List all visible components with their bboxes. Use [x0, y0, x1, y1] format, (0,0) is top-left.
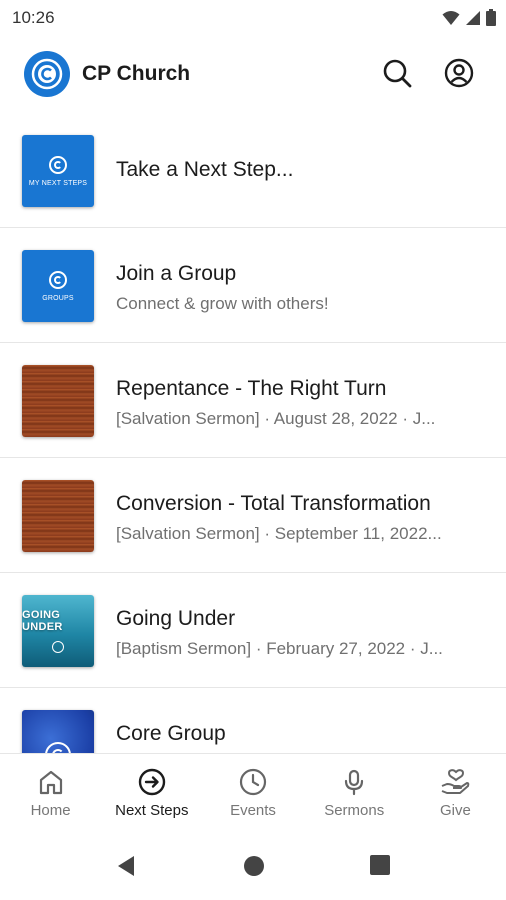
feed-item-next-step[interactable]: MY NEXT STEPS Take a Next Step...	[0, 113, 506, 228]
bottom-nav: Home Next Steps Events Sermons Give	[0, 753, 506, 833]
logo-icon	[52, 641, 64, 653]
feed-item-conversion[interactable]: Conversion - Total Transformation [Salva…	[0, 458, 506, 573]
sermon-thumbnail	[22, 480, 94, 552]
nav-home[interactable]: Home	[0, 754, 101, 833]
nav-give[interactable]: Give	[405, 754, 506, 833]
groups-thumbnail: GROUPS	[22, 250, 94, 322]
wifi-icon	[442, 10, 460, 25]
feed-item-going-under[interactable]: GOING UNDER Going Under [Baptism Sermon]…	[0, 573, 506, 688]
status-bar: 10:26	[0, 0, 506, 36]
sermon-thumbnail: GOING UNDER	[22, 595, 94, 667]
give-heart-icon	[442, 769, 470, 794]
thumb-caption: MY NEXT STEPS	[28, 179, 88, 187]
item-title: Repentance - The Right Turn	[116, 377, 387, 400]
item-title: Core Group	[116, 722, 226, 745]
home-icon	[39, 770, 62, 795]
search-icon	[383, 59, 412, 88]
signal-icon	[466, 10, 480, 25]
next-steps-thumbnail: MY NEXT STEPS	[22, 135, 94, 207]
recents-icon[interactable]	[370, 855, 390, 875]
nav-label: Next Steps	[115, 802, 189, 819]
nav-label: Give	[439, 802, 471, 819]
logo-icon	[49, 155, 67, 174]
item-title: Join a Group	[116, 262, 237, 285]
nav-label: Sermons	[324, 802, 385, 819]
logo-icon	[45, 742, 71, 753]
nav-sermons[interactable]: Sermons	[304, 754, 405, 833]
status-icons	[442, 9, 496, 26]
nav-next-steps[interactable]: Next Steps	[101, 754, 202, 833]
account-button[interactable]	[442, 56, 476, 90]
sermon-thumbnail	[22, 365, 94, 437]
microphone-icon	[345, 769, 364, 796]
item-title: Going Under	[116, 607, 236, 630]
app-header: CP Church	[0, 36, 506, 112]
account-icon	[444, 58, 474, 88]
item-subtitle: [Baptism Sermon] · February 27, 2022 · J…	[116, 639, 443, 658]
clock-icon	[239, 768, 267, 796]
item-subtitle: [Salvation Sermon] · August 28, 2022 · J…	[116, 409, 436, 428]
feed-item-core-group[interactable]: Core Group	[0, 688, 506, 753]
item-subtitle: [Salvation Sermon] · September 11, 2022.…	[116, 524, 442, 543]
church-logo	[24, 51, 70, 97]
nav-label: Events	[230, 802, 276, 819]
home-circle-icon[interactable]	[243, 855, 265, 877]
logo-icon	[49, 270, 67, 289]
feed-list: MY NEXT STEPS Take a Next Step... GROUPS…	[0, 113, 506, 753]
feed-item-repentance[interactable]: Repentance - The Right Turn [Salvation S…	[0, 343, 506, 458]
item-title: Conversion - Total Transformation	[116, 492, 431, 515]
search-button[interactable]	[380, 56, 414, 90]
back-icon[interactable]	[116, 855, 136, 877]
app-title: CP Church	[82, 62, 191, 85]
thumb-caption: GROUPS	[42, 294, 74, 302]
item-subtitle: Connect & grow with others!	[116, 294, 329, 313]
nav-events[interactable]: Events	[202, 754, 303, 833]
battery-icon	[486, 9, 496, 26]
thumb-caption: GOING UNDER	[22, 609, 63, 633]
system-nav-bar	[0, 833, 506, 900]
item-title: Take a Next Step...	[116, 158, 294, 181]
status-time: 10:26	[12, 8, 55, 27]
feed-item-join-group[interactable]: GROUPS Join a Group Connect & grow with …	[0, 228, 506, 343]
arrow-circle-icon	[138, 768, 165, 796]
nav-label: Home	[30, 802, 71, 819]
core-group-thumbnail	[22, 710, 94, 753]
